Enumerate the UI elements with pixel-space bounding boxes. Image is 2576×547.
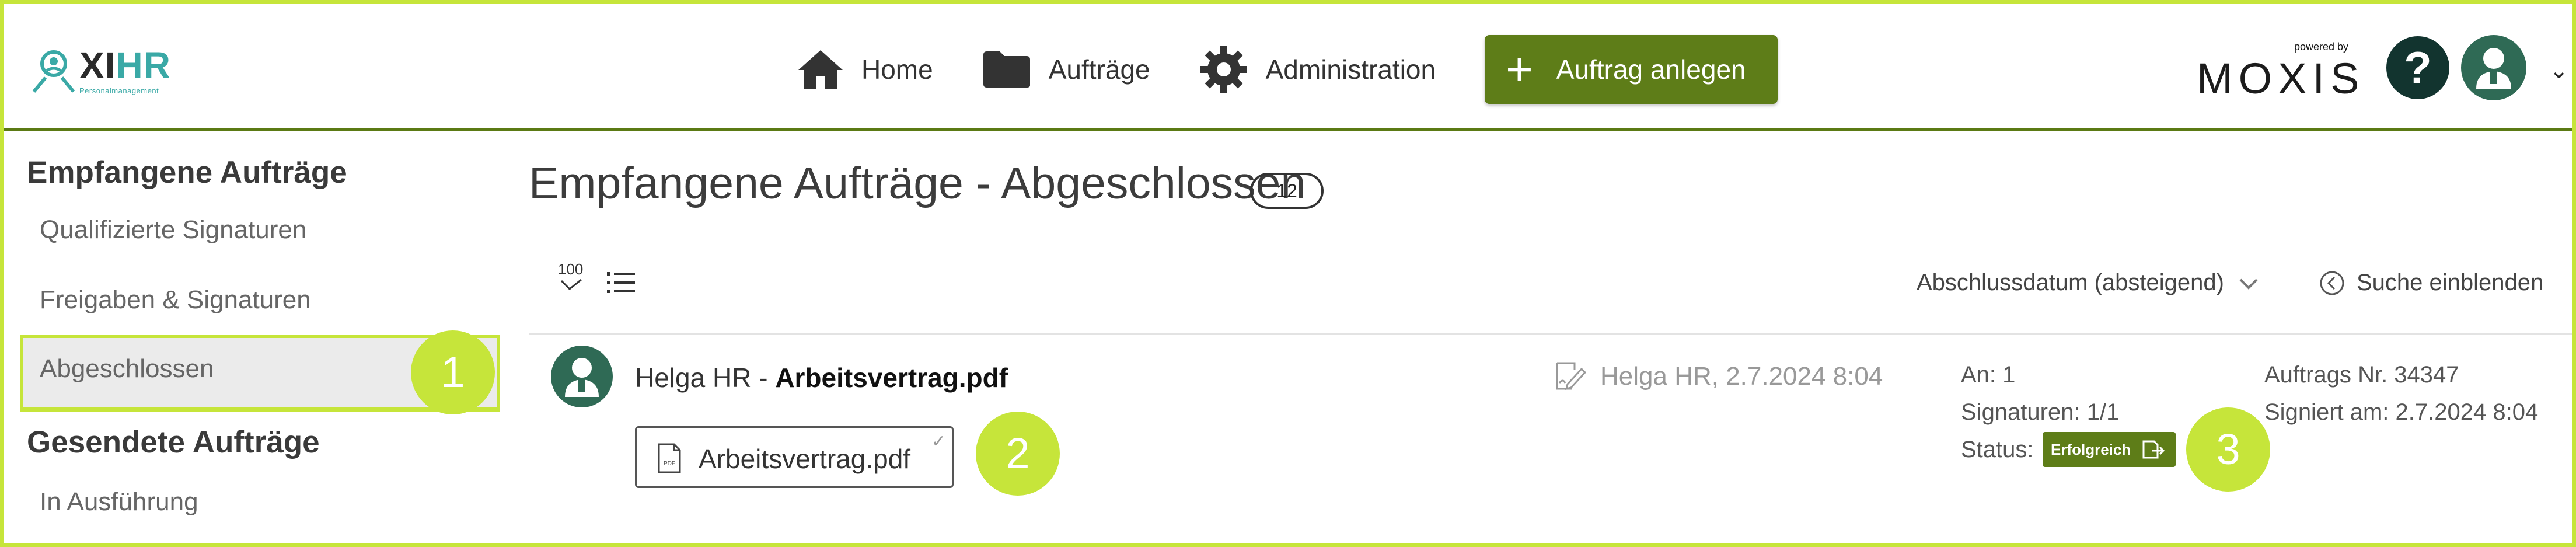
user-icon (565, 358, 599, 397)
callout-marker-2: 2 (976, 412, 1060, 496)
sort-label: Abschlussdatum (absteigend) (1917, 270, 2224, 295)
user-menu-chevron-icon[interactable]: ⌄ (2549, 57, 2569, 84)
callout-marker-3: 3 (2186, 407, 2270, 492)
search-toggle-label: Suche einblenden (2357, 270, 2544, 295)
page-size-selector[interactable]: 100 (558, 260, 586, 297)
page-title: Empfangene Aufträge - Abgeschlossen (529, 158, 1306, 208)
user-icon (2476, 48, 2511, 89)
signed-at: Signiert am: 2.7.2024 8:04 (2264, 399, 2539, 425)
row-separator: - (751, 363, 776, 393)
plus-icon: + (1506, 43, 1533, 95)
folder-icon (983, 51, 1030, 88)
document-export-icon (2142, 440, 2165, 459)
sidebar-item-qualified-signatures[interactable]: Qualifizierte Signaturen (40, 215, 306, 245)
row-sender: Helga HR (635, 363, 752, 393)
new-order-label: Auftrag anlegen (1556, 54, 1746, 85)
order-number: Auftrags Nr. 34347 (2264, 362, 2459, 388)
sender-avatar (551, 346, 613, 407)
pdf-file-icon: PDF (658, 443, 681, 473)
selection-underline (20, 409, 500, 412)
search-toggle-button[interactable]: Suche einblenden (2319, 270, 2543, 296)
moxis-brand: powered by MOXIS (2197, 36, 2360, 103)
top-bar: XIHR Personalmanagement Home Aufträge Ad… (4, 4, 2572, 131)
logo-text-xi: XI (79, 44, 116, 86)
callout-marker-1: 1 (411, 330, 495, 414)
sort-dropdown[interactable]: Abschlussdatum (absteigend) (1917, 270, 2260, 296)
gear-icon (1200, 46, 1247, 93)
sidebar-heading-sent: Gesendete Aufträge (27, 425, 320, 459)
nav-home-label: Home (861, 54, 933, 85)
logo-subtitle: Personalmanagement (79, 86, 159, 95)
nav-orders[interactable]: Aufträge (982, 50, 1150, 89)
count-badge: 12 (1250, 173, 1324, 209)
nav-orders-label: Aufträge (1048, 54, 1150, 85)
signatures-count: Signaturen: 1/1 (1961, 399, 2120, 425)
file-chip[interactable]: PDF Arbeitsvertrag.pdf ✓ (635, 426, 954, 488)
nav-administration-label: Administration (1265, 54, 1436, 85)
new-order-button[interactable]: + Auftrag anlegen (1485, 35, 1778, 104)
file-chip-label: Arbeitsvertrag.pdf (699, 444, 911, 474)
signature-pen-icon (1556, 362, 1586, 391)
logo-person-icon (32, 50, 75, 93)
main-nav: Home Aufträge Administration + Auftrag a… (797, 32, 1778, 107)
sidebar: Empfangene Aufträge Qualifizierte Signat… (4, 134, 500, 543)
row-document: Arbeitsvertrag.pdf (775, 363, 1008, 393)
sidebar-item-approvals-signatures[interactable]: Freigaben & Signaturen (40, 285, 311, 315)
recipients-count: An: 1 (1961, 362, 2016, 388)
status-badge[interactable]: Erfolgreich (2043, 432, 2176, 467)
status-label: Status: (1961, 437, 2034, 462)
nav-home[interactable]: Home (797, 49, 933, 90)
xihr-logo[interactable]: XIHR Personalmanagement (29, 39, 171, 103)
signed-info-text: Helga HR, 2.7.2024 8:04 (1600, 362, 1883, 391)
home-icon (798, 50, 843, 89)
nav-administration[interactable]: Administration (1199, 45, 1436, 94)
sidebar-item-completed-label: Abgeschlossen (40, 354, 214, 383)
svg-text:PDF: PDF (664, 461, 675, 467)
check-icon: ✓ (931, 432, 946, 451)
check-chevron-icon (560, 278, 582, 291)
status-badge-label: Erfolgreich (2051, 440, 2131, 458)
chevron-left-circle-icon (2320, 271, 2344, 295)
signed-info: Helga HR, 2.7.2024 8:04 (1555, 362, 1883, 391)
moxis-logo: MOXIS (2197, 54, 2365, 103)
sidebar-heading-received: Empfangene Aufträge (27, 155, 347, 190)
sidebar-item-in-progress[interactable]: In Ausführung (40, 487, 198, 517)
logo-text-hr: HR (116, 44, 171, 86)
row-title[interactable]: Helga HR - Arbeitsvertrag.pdf (635, 362, 1008, 393)
list-divider (529, 333, 2572, 335)
powered-by-label: powered by (2294, 41, 2348, 53)
page-size-value: 100 (558, 260, 584, 278)
help-button[interactable]: ? (2386, 36, 2449, 99)
list-view-icon[interactable] (607, 271, 635, 294)
chevron-down-icon (2239, 278, 2258, 290)
user-avatar[interactable] (2461, 35, 2526, 100)
